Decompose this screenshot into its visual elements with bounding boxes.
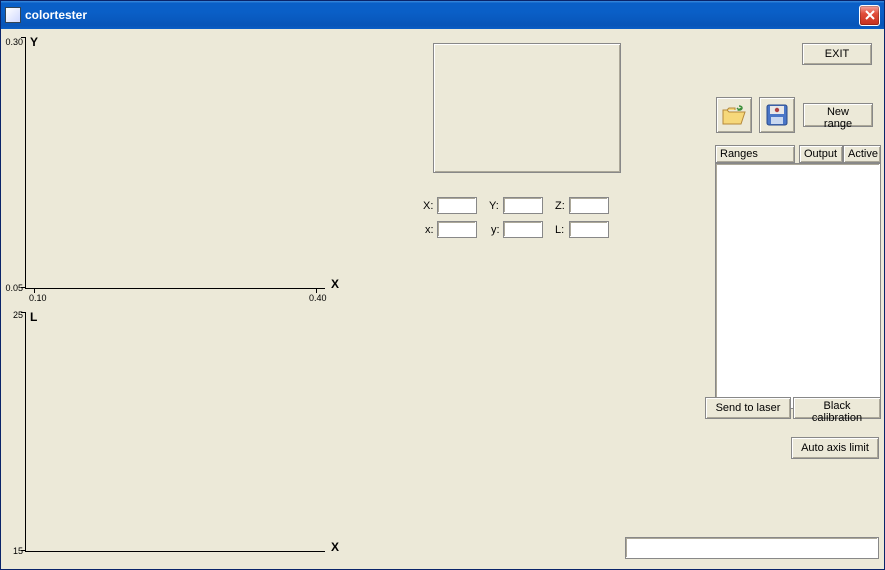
chart2-y-axis-label: L — [30, 310, 37, 324]
chart1-y-axis-label: Y — [30, 35, 38, 49]
client-area: EXIT New range Ranges Output Active Send… — [1, 29, 884, 569]
save-button[interactable] — [759, 97, 795, 133]
send-to-laser-button[interactable]: Send to laser — [705, 397, 791, 419]
field-X[interactable] — [437, 197, 477, 214]
label-x: x: — [425, 224, 434, 236]
chart2-x-axis-label: X — [331, 540, 339, 554]
close-button[interactable] — [859, 5, 880, 26]
label-X: X: — [423, 200, 433, 212]
label-L: L: — [555, 224, 564, 236]
chart2-ytick-max: 25 — [1, 310, 23, 320]
app-icon — [5, 7, 21, 23]
column-header-output[interactable]: Output — [799, 145, 843, 163]
field-x[interactable] — [437, 221, 477, 238]
floppy-disk-icon — [765, 103, 789, 127]
column-header-ranges[interactable]: Ranges — [715, 145, 795, 163]
field-L[interactable] — [569, 221, 609, 238]
field-y[interactable] — [503, 221, 543, 238]
preview-panel — [433, 43, 621, 173]
app-window: colortester EXIT New range — [0, 0, 885, 570]
auto-axis-limit-button[interactable]: Auto axis limit — [791, 437, 879, 459]
chart1-ytick-min: 0.05 — [1, 283, 23, 293]
chart-xy: Y X — [25, 37, 325, 289]
status-box — [625, 537, 879, 559]
black-calibration-button[interactable]: Black calibration — [793, 397, 881, 419]
field-Y[interactable] — [503, 197, 543, 214]
chart-xl: L X — [25, 312, 325, 552]
chart1-xtick-max: 0.40 — [309, 293, 327, 303]
label-y: y: — [491, 224, 500, 236]
folder-open-icon — [721, 104, 747, 126]
new-range-button[interactable]: New range — [803, 103, 873, 127]
titlebar: colortester — [1, 1, 884, 29]
chart2-ytick-min: 15 — [1, 546, 23, 556]
exit-button[interactable]: EXIT — [802, 43, 872, 65]
field-Z[interactable] — [569, 197, 609, 214]
chart1-x-axis-label: X — [331, 277, 339, 291]
chart1-ytick-max: 0.30 — [1, 37, 23, 47]
window-title: colortester — [25, 8, 859, 22]
close-icon — [865, 10, 875, 20]
label-Y: Y: — [489, 200, 499, 212]
open-button[interactable] — [716, 97, 752, 133]
chart1-xtick-min: 0.10 — [29, 293, 47, 303]
label-Z: Z: — [555, 200, 565, 212]
column-header-active[interactable]: Active — [843, 145, 881, 163]
ranges-list[interactable] — [715, 163, 881, 409]
